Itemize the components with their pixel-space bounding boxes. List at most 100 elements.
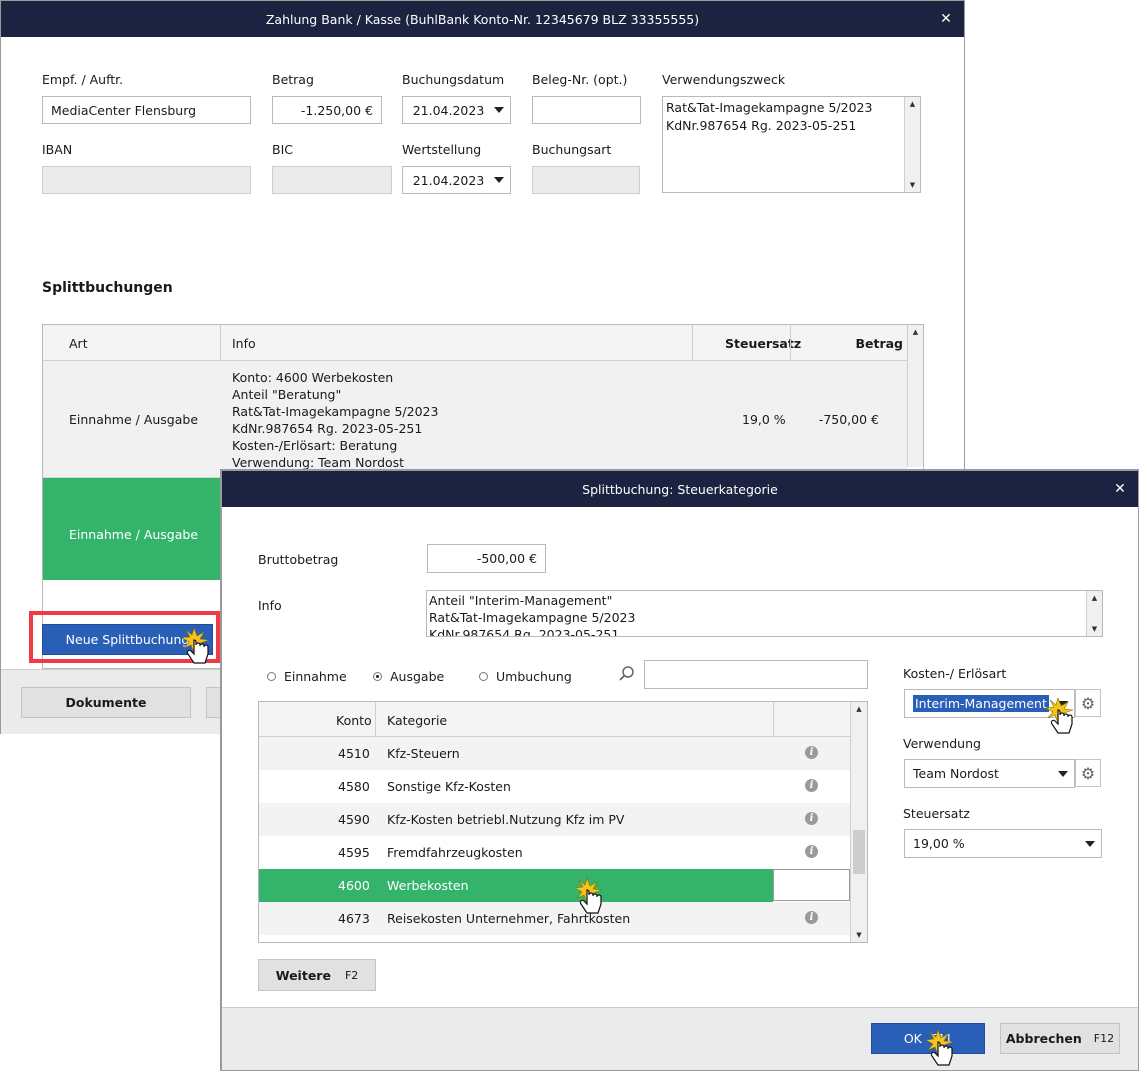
info-line-2: Rat&Tat-Imagekampagne 5/2023 [429,610,636,625]
category-row-selected[interactable]: 4600 Werbekosten [259,869,850,902]
chevron-down-icon [494,177,504,183]
radio-einnahme[interactable]: Einnahme [267,669,347,684]
radio-checked-icon [373,672,382,681]
cancel-label: Abbrechen [1005,1031,1082,1046]
radio-umbuchung[interactable]: Umbuchung [479,669,572,684]
purpose-scrollbar[interactable]: ▲ ▼ [904,97,920,192]
scroll-down-icon[interactable]: ▼ [905,178,920,192]
split-row-1-amount: -750,00 € [818,412,879,427]
purpose-textarea[interactable]: Rat&Tat-Imagekampagne 5/2023 KdNr.987654… [662,96,921,193]
selected-row-fill [259,869,773,902]
info-textarea[interactable]: Anteil "Interim-Management" Rat&Tat-Imag… [426,590,1103,637]
more-button[interactable]: Weitere F2 [258,959,376,991]
click-cursor-icon [925,1028,960,1072]
booking-date-label: Buchungsdatum [402,72,505,87]
more-shortcut: F2 [344,968,359,982]
split-row-1-info-line: Rat&Tat-Imagekampagne 5/2023 [232,404,439,419]
radio-icon [267,672,276,681]
bic-input[interactable] [272,166,392,194]
booking-type-input[interactable] [532,166,640,194]
usage-gear-icon[interactable]: ⚙ [1075,759,1101,787]
gross-input[interactable]: -500,00 € [427,544,546,573]
amount-input[interactable]: -1.250,00 € [272,96,382,124]
chevron-down-icon [1085,840,1095,847]
click-cursor-icon [1045,696,1080,740]
header-divider [773,702,774,736]
row-konto: 4590 [338,812,370,827]
row-kategorie: Kfz-Steuern [387,746,460,761]
amount-value: -1.250,00 € [300,102,373,118]
receipt-no-input[interactable] [532,96,641,124]
documents-label: Dokumente [65,695,147,710]
category-row[interactable]: 4595 Fremdfahrzeugkosten i [259,836,850,869]
header-divider [220,325,221,360]
info-icon[interactable]: i [805,779,818,792]
main-window-title: Zahlung Bank / Kasse (BuhlBank Konto-Nr.… [265,11,700,27]
value-date-value: 21.04.2023 [412,172,485,188]
click-cursor-icon [181,626,216,670]
cancel-button[interactable]: Abbrechen F12 [1000,1023,1120,1054]
category-row[interactable]: 4510 Kfz-Steuern i [259,737,850,770]
tax-rate-select[interactable]: 19,00 % [904,829,1102,858]
scroll-up-icon[interactable]: ▲ [908,325,923,339]
scroll-down-icon[interactable]: ▼ [1087,622,1102,636]
split-row-1[interactable]: Einnahme / Ausgabe Konto: 4600 Werbekost… [43,361,907,478]
selected-row-edit-cell[interactable] [773,869,850,901]
split-row-1-info-line: Kosten-/Erlösart: Beratung [232,438,398,453]
info-icon[interactable]: i [805,746,818,759]
split-table-scrollbar[interactable]: ▲ [907,325,923,467]
value-date-select[interactable]: 21.04.2023 [402,166,511,194]
row-kategorie: Werbekosten [387,878,469,893]
cancel-shortcut: F12 [1093,1032,1115,1045]
info-icon[interactable]: i [805,845,818,858]
header-amount[interactable]: Betrag [855,336,903,351]
scroll-thumb[interactable] [853,830,865,874]
split-row-1-tax: 19,0 % [742,412,786,427]
iban-input[interactable] [42,166,251,194]
category-row[interactable]: 4590 Kfz-Kosten betriebl.Nutzung Kfz im … [259,803,850,836]
cost-type-label: Kosten-/ Erlösart [903,666,1007,681]
main-close-button[interactable]: ✕ [928,1,964,37]
scroll-up-icon[interactable]: ▲ [851,702,867,716]
category-scrollbar[interactable]: ▲ ▼ [850,702,867,942]
split-section-title: Splittbuchungen [42,280,173,296]
tax-rate-value: 19,00 % [913,836,965,851]
dialog-title: Splittbuchung: Steuerkategorie [582,481,778,497]
category-row[interactable]: 4580 Sonstige Kfz-Kosten i [259,770,850,803]
close-icon: ✕ [940,11,952,27]
row-kategorie: Kfz-Kosten betriebl.Nutzung Kfz im PV [387,812,625,827]
purpose-label: Verwendungszweck [662,72,786,87]
scroll-up-icon[interactable]: ▲ [1087,591,1102,605]
split-dialog: Splittbuchung: Steuerkategorie ✕ Bruttob… [221,470,1139,1070]
documents-button[interactable]: Dokumente [21,687,191,718]
recipient-input[interactable]: MediaCenter Flensburg [42,96,251,124]
radio-ausgabe[interactable]: Ausgabe [373,669,444,684]
row-konto: 4600 [338,878,370,893]
scroll-up-icon[interactable]: ▲ [905,97,920,111]
usage-label: Verwendung [903,736,981,751]
booking-date-select[interactable]: 21.04.2023 [402,96,511,124]
header-kategorie[interactable]: Kategorie [387,713,447,728]
info-scrollbar[interactable]: ▲ ▼ [1086,591,1102,636]
header-info[interactable]: Info [232,336,256,351]
gross-value: -500,00 € [476,551,537,566]
chevron-down-icon [494,107,504,113]
search-icon[interactable] [618,665,636,683]
purpose-line-2: KdNr.987654 Rg. 2023-05-251 [666,118,857,133]
info-icon[interactable]: i [805,812,818,825]
usage-select[interactable]: Team Nordost [904,759,1075,788]
category-row[interactable]: 4673 Reisekosten Unternehmer, Fahrtkoste… [259,902,850,935]
split-row-1-info-line: Konto: 4600 Werbekosten [232,370,394,385]
bic-label: BIC [272,142,293,157]
usage-value: Team Nordost [913,766,999,781]
header-art[interactable]: Art [69,336,88,351]
main-title-bar: Zahlung Bank / Kasse (BuhlBank Konto-Nr.… [1,1,964,37]
info-icon[interactable]: i [805,911,818,924]
radio-einnahme-label: Einnahme [284,669,347,684]
scroll-down-icon[interactable]: ▼ [851,928,867,942]
search-input[interactable] [644,660,868,689]
header-konto[interactable]: Konto [336,713,372,728]
value-date-label: Wertstellung [402,142,482,157]
dialog-close-button[interactable]: ✕ [1102,471,1138,507]
info-line-1: Anteil "Interim-Management" [429,593,613,608]
